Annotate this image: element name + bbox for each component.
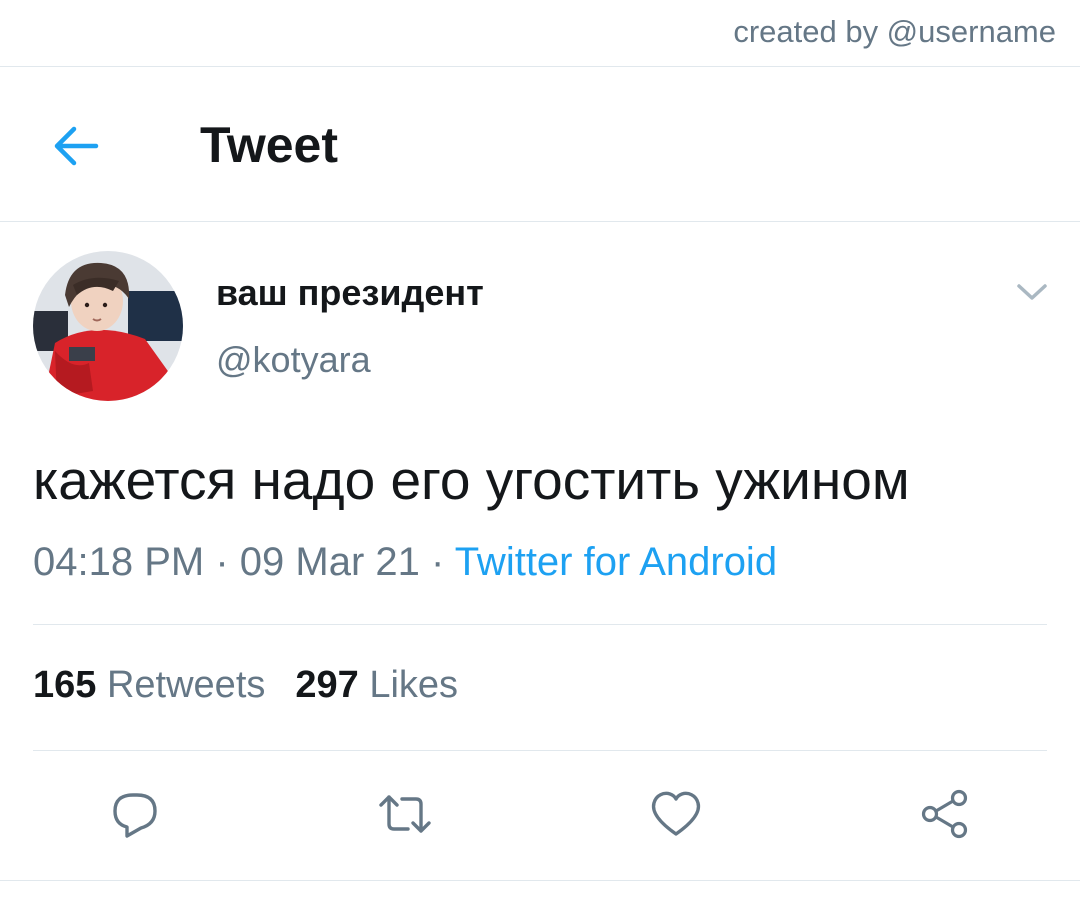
meta-separator: · bbox=[204, 540, 240, 584]
meta-divider bbox=[33, 624, 1047, 625]
author-handle[interactable]: @kotyara bbox=[216, 339, 371, 381]
likes-count: 297 bbox=[295, 664, 359, 706]
tweet-date: 09 Mar 21 bbox=[239, 540, 420, 584]
reply-icon bbox=[113, 793, 157, 838]
tweet-source-link[interactable]: Twitter for Android bbox=[455, 540, 777, 584]
page-title: Tweet bbox=[200, 117, 338, 173]
share-button[interactable] bbox=[917, 786, 973, 842]
tweet-text: кажется надо его угостить ужином bbox=[33, 449, 910, 511]
tweet-header: Tweet bbox=[0, 68, 1080, 221]
avatar[interactable] bbox=[33, 251, 183, 401]
tweet-stats: 165 Retweets 297 Likes bbox=[33, 664, 458, 707]
meta-separator: · bbox=[419, 540, 455, 584]
chevron-down-icon bbox=[1017, 284, 1047, 300]
top-divider bbox=[0, 66, 1080, 67]
likes-label: Likes bbox=[369, 664, 459, 706]
share-icon bbox=[921, 789, 968, 839]
bottom-divider bbox=[0, 880, 1080, 881]
retweet-button[interactable] bbox=[377, 786, 433, 842]
retweets-count: 165 bbox=[33, 664, 97, 706]
heart-icon bbox=[651, 791, 701, 836]
more-options-button[interactable] bbox=[1012, 276, 1052, 308]
retweets-stat[interactable]: 165 Retweets bbox=[33, 664, 265, 706]
retweet-icon bbox=[379, 795, 431, 833]
author-display-name[interactable]: ваш президент bbox=[216, 272, 484, 314]
tweet-meta: 04:18 PM · 09 Mar 21 · Twitter for Andro… bbox=[33, 540, 777, 585]
creator-credit: created by @username bbox=[733, 14, 1056, 49]
retweets-label: Retweets bbox=[106, 664, 266, 706]
stats-divider bbox=[33, 750, 1047, 751]
likes-stat[interactable]: 297 Likes bbox=[295, 664, 458, 706]
tweet-time: 04:18 PM bbox=[33, 540, 205, 584]
avatar-image bbox=[33, 251, 183, 401]
like-button[interactable] bbox=[648, 786, 704, 842]
header-divider bbox=[0, 221, 1080, 222]
back-button[interactable] bbox=[48, 118, 104, 174]
arrow-left-icon bbox=[54, 126, 99, 166]
reply-button[interactable] bbox=[107, 786, 163, 842]
